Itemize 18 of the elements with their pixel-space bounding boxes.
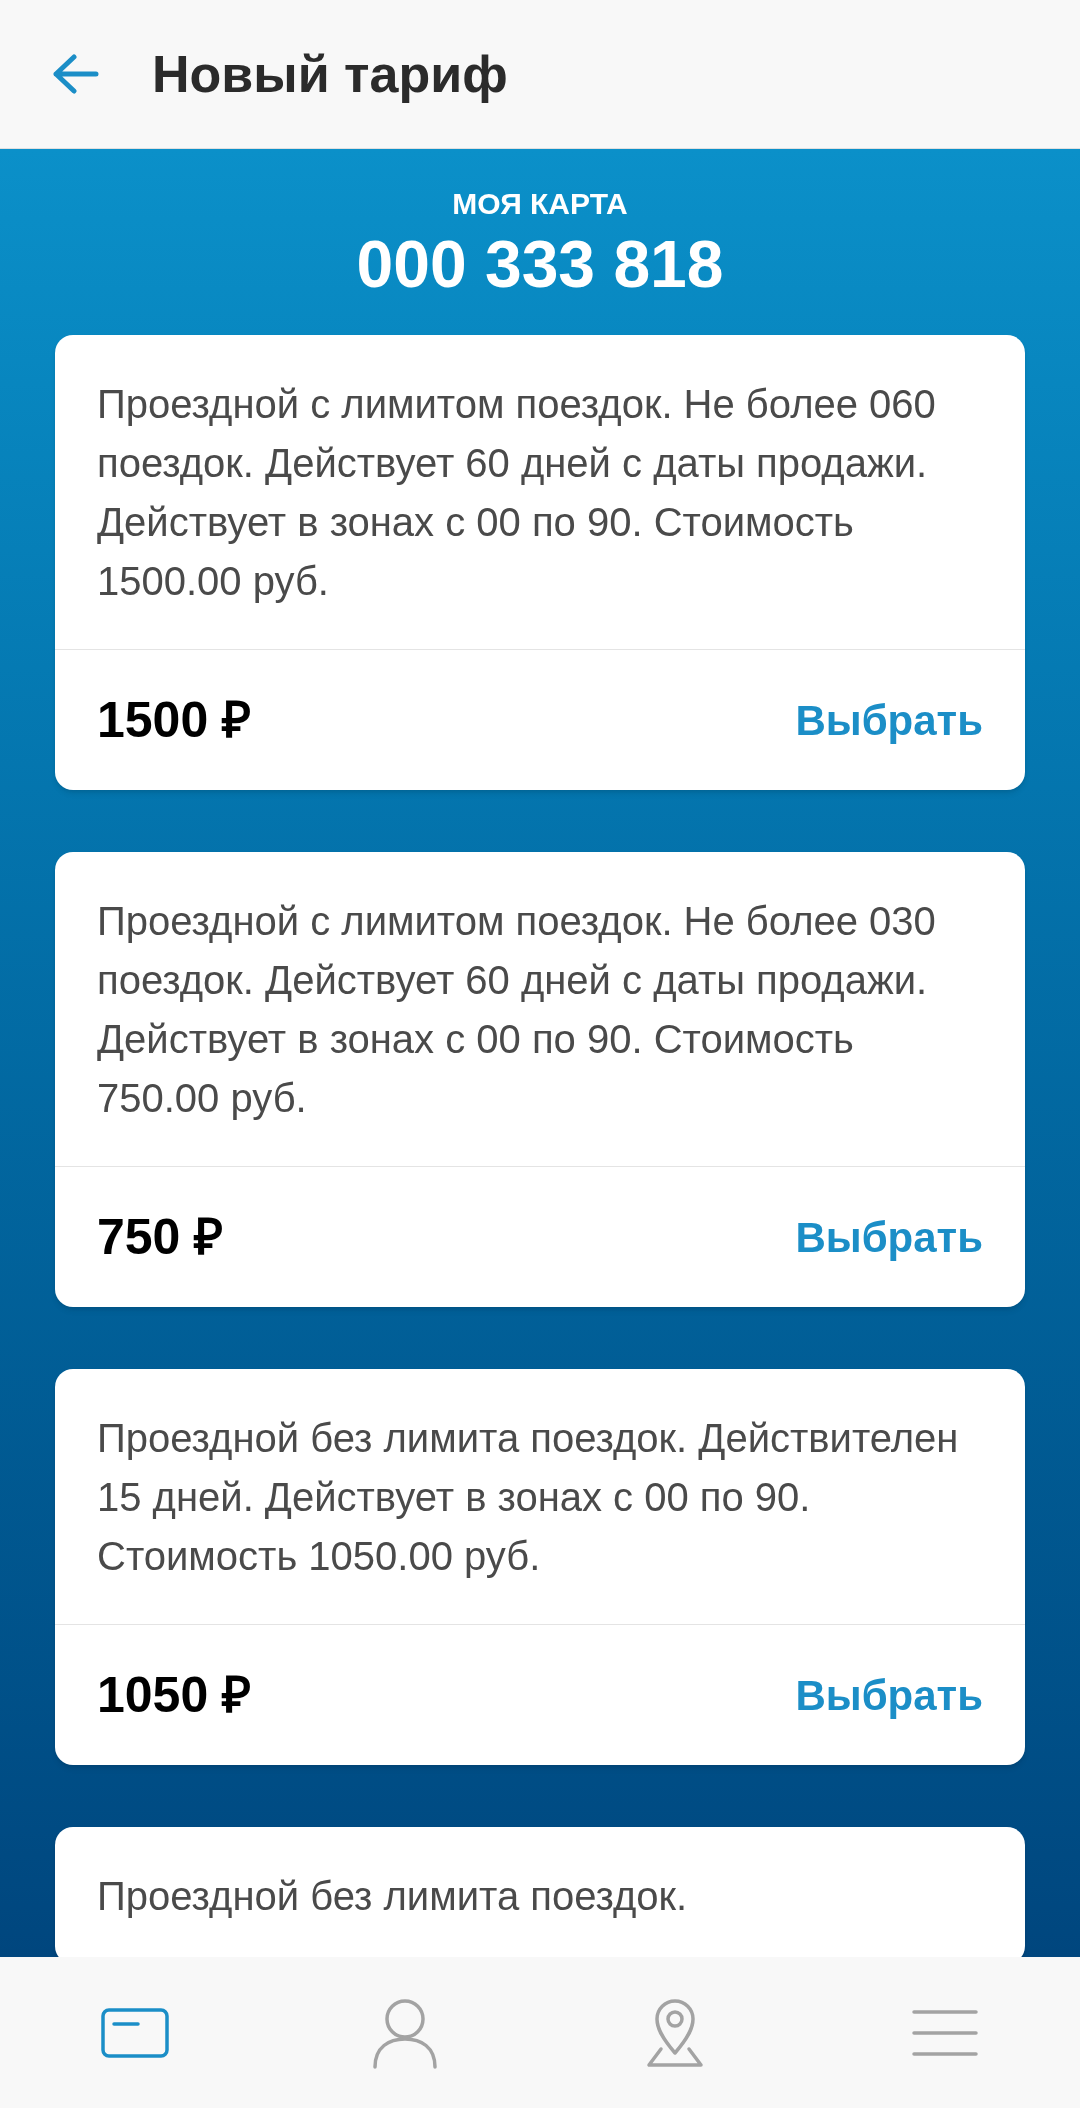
location-pin-icon: [645, 1996, 705, 2069]
tariff-description: Проездной без лимита поездок.: [97, 1873, 689, 1920]
person-icon: [371, 1996, 439, 2069]
page-title: Новый тариф: [152, 44, 508, 105]
card-icon: [100, 2006, 170, 2059]
tariff-price: 750 ₽: [97, 1207, 224, 1267]
menu-icon: [911, 2007, 979, 2058]
back-arrow-icon: [52, 54, 100, 94]
card-label: МОЯ КАРТА: [452, 186, 628, 222]
select-button[interactable]: Выбрать: [795, 688, 983, 752]
tariff-price: 1500 ₽: [97, 690, 252, 750]
card-number: 000 333 818: [356, 225, 724, 303]
select-button[interactable]: Выбрать: [795, 1663, 983, 1727]
tariff-description: Проездной с лимитом поездок. Не более 030 поездок. Действует 60 дней с даты продажи. Действует в зонах с 00 по 90. Стоимость 750.00 руб.: [97, 898, 937, 1122]
tariff-description: Проездной без лимита поездок. Действителен 15 дней. Действует в зонах с 00 по 90. Стоимость 1050.00 руб.: [97, 1415, 960, 1580]
tariff-price: 1050 ₽: [97, 1665, 252, 1725]
select-button[interactable]: Выбрать: [795, 1205, 983, 1269]
tariff-description: Проездной с лимитом поездок. Не более 060 поездок. Действует 60 дней с даты продажи. Действует в зонах с 00 по 90. Стоимость 1500.00 руб.: [97, 381, 937, 605]
